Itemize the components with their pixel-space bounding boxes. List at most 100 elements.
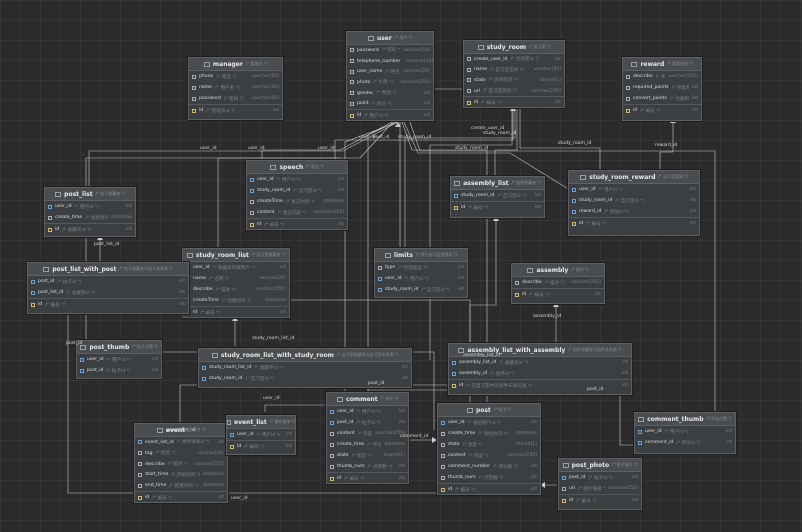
column-row[interactable]: url/* 图片链接 */varchar(255)	[559, 483, 641, 494]
column-row[interactable]: user_id/* 用户id */ int	[77, 354, 161, 365]
table-post[interactable]: post/* 帖子 */ user_id/* 发帖用户id */ int create…	[437, 403, 541, 495]
column-row[interactable]: createTime/* 创建时间 */ datetime	[183, 295, 289, 306]
column-row[interactable]: id/* 用户id */ int	[347, 109, 433, 121]
column-row[interactable]: gender/* 性别 */ int	[347, 88, 433, 99]
table-post-list-with-post[interactable]: post_list_with_post/* 帖子收藏夹与帖子关系表 */post…	[27, 262, 189, 314]
column-row[interactable]: user_id/* 发帖用户id */ int	[438, 417, 540, 428]
column-row[interactable]: name/* 自习室名称 */ varchar(50)	[464, 65, 564, 76]
column-row[interactable]: describe/* 描述 */ varchar(255)	[183, 284, 289, 295]
column-row[interactable]: post_id/* 帖子id */ int	[28, 276, 188, 287]
column-row[interactable]: content/* 发言内容 */ varchar(255)	[247, 207, 347, 218]
column-row[interactable]: comment_number/* 评论数 */ int	[438, 461, 540, 472]
column-row[interactable]: url/* 自习室链接 */ varchar(255)	[464, 86, 564, 97]
column-row[interactable]: phone/* 电话 */ varchar(20)	[189, 71, 282, 82]
column-row[interactable]: reward_id/* 奖励id */ int	[569, 206, 699, 217]
column-row[interactable]: name/* 名称 */ varchar(20)	[183, 273, 289, 284]
column-row[interactable]: createTime/* 发言时间 */ datetime	[247, 196, 347, 207]
column-row[interactable]: tag/* 标签 */ varchar(20)	[135, 448, 227, 459]
column-row[interactable]: content/* 内容 */varchar(255)	[438, 450, 540, 461]
column-row[interactable]: create_time/* 创建时间 */datetime	[45, 212, 135, 223]
column-row[interactable]: user_id/* 收藏夹所属用户 */ int	[183, 262, 289, 273]
column-row[interactable]: id/* 编号 */ int	[512, 288, 604, 300]
column-row[interactable]: study_room_id/* 自习室id */ int	[247, 185, 347, 196]
column-row[interactable]: content/* 内容 */varchar(255)	[327, 428, 408, 439]
table-speech[interactable]: speech/* 发言 */user_id/* 用户id */int study_…	[246, 160, 348, 230]
column-row[interactable]: type/* 权限类型 */ int	[375, 262, 467, 273]
column-row[interactable]: id/* 编号 */ int	[569, 217, 699, 229]
table-limits[interactable]: limits/* 用户自习室权限表 */type/* 权限类型 */int use…	[374, 248, 468, 298]
column-row[interactable]: create_time/* 发帖时间 */ datetime	[438, 428, 540, 439]
column-row[interactable]: password/* 密码 */varchar(50)	[189, 93, 282, 104]
column-row[interactable]: id/* 编号 */ int	[623, 104, 701, 116]
column-row[interactable]: study_room_list_id/* 收藏夹id */ int	[199, 362, 411, 373]
table-header[interactable]: study_room_list/* 自习室收藏夹 */	[183, 249, 289, 262]
column-row[interactable]: thumb_num/* 点赞数 */ int	[327, 461, 408, 472]
column-row[interactable]: id/* 编号 */ int	[451, 201, 544, 213]
column-row[interactable]: user_id/* 用户id */ int	[375, 273, 467, 284]
column-row[interactable]: study_room_id/* 自习室id */ int	[451, 190, 544, 201]
column-row[interactable]: study_room_id/* 自习室id */ int	[569, 195, 699, 206]
table-header[interactable]: speech/* 发言 */	[247, 161, 347, 174]
column-row[interactable]: describe/* 描述 */ varchar(255)	[512, 277, 604, 288]
column-row[interactable]: id/* 编号 */ int	[28, 298, 188, 310]
table-manager[interactable]: manager/* 管理员 */ phone/* 电话 */ varchar(20)…	[188, 57, 283, 120]
column-row[interactable]: post_id/* 帖子id */ int	[559, 472, 641, 483]
table-header[interactable]: reward/* 奖励规则 */	[623, 58, 701, 71]
column-row[interactable]: user_id/* 用户id */ int	[635, 426, 735, 437]
table-header[interactable]: post_photo/* 帖子图片 */	[559, 459, 641, 472]
column-row[interactable]: describe/* 奖励描述 */varchar(255)	[623, 71, 701, 82]
table-header[interactable]: assembly_list/* 组件收藏夹 */	[451, 177, 544, 190]
table-event[interactable]: event/* 事件 */event_list_id/* 事件清单id */in…	[134, 423, 228, 503]
column-row[interactable]: point/* 积分 */ int	[347, 99, 433, 110]
column-row[interactable]: user_id/* 用户id */ int	[569, 184, 699, 195]
table-header[interactable]: post_thumb/* 帖子点赞 */	[77, 341, 161, 354]
column-row[interactable]: post_id/* 帖子id */ int	[77, 365, 161, 376]
column-row[interactable]: state/* 房间状态 */ tinyint(1)	[464, 75, 564, 86]
column-row[interactable]: password/* 密码 */varchar(50)	[347, 45, 433, 56]
column-row[interactable]: create_time/* 评论时间 */datetime	[327, 439, 408, 450]
column-row[interactable]: assembly_list_id/* 收藏夹id */ int	[449, 357, 631, 368]
table-header[interactable]: manager/* 管理员 */	[189, 58, 282, 71]
column-row[interactable]: state/* 状态 */ tinyint(1)	[327, 450, 408, 461]
table-study-room[interactable]: study_room/* 自习室 */create_user_id/* 创建者i…	[463, 40, 565, 108]
table-post-list[interactable]: post_list/* 帖子收藏夹 */ user_id/* 用户id */ int…	[44, 187, 136, 237]
table-header[interactable]: assembly/* 组件 */	[512, 264, 604, 277]
column-row[interactable]: start_time/* 开始时间 */datetime	[135, 469, 227, 480]
column-row[interactable]: required_points/* 所需积分 */int	[623, 82, 701, 93]
table-assembly-list[interactable]: assembly_list/* 组件收藏夹 */study_room_id/* …	[450, 176, 545, 218]
column-row[interactable]: end_time/* 结束时间 */ datetime	[135, 480, 227, 491]
table-comment-thumb[interactable]: comment_thumb/* 评论点赞 */user_id/* 用户id */…	[634, 412, 736, 454]
table-header[interactable]: study_room_list_with_study_room/* 自习室收藏夹…	[199, 349, 411, 362]
column-row[interactable]: thumb_num/* 点赞数 */ int	[438, 472, 540, 483]
column-row[interactable]: user_id/* 用户id */ int	[45, 201, 135, 212]
column-row[interactable]: create_user_id/* 创建者id */ int	[464, 54, 564, 65]
column-row[interactable]: describe/* 描述 */ varchar(255)	[135, 459, 227, 470]
table-header[interactable]: study_room_reward/* 自习室奖励 */	[569, 171, 699, 184]
table-header[interactable]: post_list_with_post/* 帖子收藏夹与帖子关系表 */	[28, 263, 188, 276]
column-row[interactable]: event_list_id/* 事件清单id */ int	[135, 437, 227, 448]
column-row[interactable]: id/* 编号 */ int	[183, 306, 289, 318]
column-row[interactable]: comment_id/* 评论id */ int	[635, 437, 735, 448]
column-row[interactable]: convert_points/* 兑换积分 */int	[623, 93, 701, 104]
column-row[interactable]: id/* 编号 */ int	[464, 96, 564, 108]
column-row[interactable]: study_room_id/* 自习室id */ int	[375, 284, 467, 295]
column-row[interactable]: id/* 管理员id */ int	[189, 104, 282, 116]
table-post-thumb[interactable]: post_thumb/* 帖子点赞 */ user_id/* 用户id */ int…	[76, 340, 162, 379]
table-header[interactable]: event_list/* 事件清单 */	[227, 416, 295, 429]
column-row[interactable]: id/* 收藏夹id */ int	[45, 223, 135, 235]
column-row[interactable]: user_name/* 姓名 */varchar(20)	[347, 66, 433, 77]
column-row[interactable]: assembly_id/* 组件id */ int	[449, 368, 631, 379]
column-row[interactable]: user_id/* 用户id */ int	[247, 174, 347, 185]
column-row[interactable]: user_id/* 用户id */ int	[327, 406, 408, 417]
table-header[interactable]: comment_thumb/* 评论点赞 */	[635, 413, 735, 426]
column-row[interactable]: name/* 用户名 */ varchar(20)	[189, 82, 282, 93]
table-header[interactable]: post_list/* 帖子收藏夹 */	[45, 188, 135, 201]
column-row[interactable]: id/* 编号 */ int	[135, 491, 227, 503]
column-row[interactable]: id/* 编号 */ int	[327, 472, 408, 484]
column-row[interactable]: post_id/* 帖子id */ int	[327, 417, 408, 428]
table-study-room-list[interactable]: study_room_list/* 自习室收藏夹 */user_id/* 收藏夹…	[182, 248, 290, 318]
table-assembly-list-with-assembly[interactable]: assembly_list_with_assembly/* 组件收藏夹与组件关系…	[448, 343, 632, 395]
column-row[interactable]: state/* 状态 */ tinyint(1)	[438, 439, 540, 450]
column-row[interactable]: id/* 在自习室中的组件布局信息 */int	[449, 379, 631, 391]
table-user[interactable]: user/* 用户 */password/* 密码 */varchar(50) t…	[346, 31, 434, 121]
